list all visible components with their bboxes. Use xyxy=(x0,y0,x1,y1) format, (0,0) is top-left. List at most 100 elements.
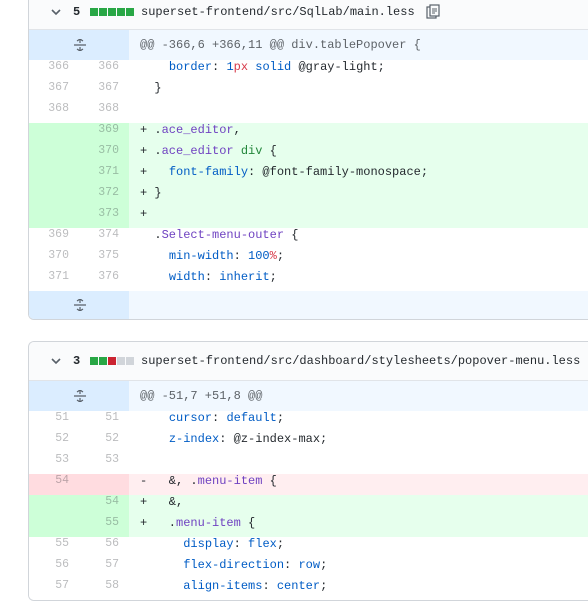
new-line-number[interactable]: 57 xyxy=(79,558,129,579)
hunk-footer xyxy=(29,291,588,319)
new-line-number[interactable]: 375 xyxy=(79,249,129,270)
code-line: z-index: @z-index-max; xyxy=(129,432,588,453)
code-token: ; xyxy=(320,558,328,572)
code-line xyxy=(129,102,588,123)
code-token: : xyxy=(233,537,249,551)
new-line-number[interactable]: 51 xyxy=(79,411,129,432)
code-token: ace_editor xyxy=(161,144,234,158)
code-token: px xyxy=(233,60,249,74)
diff-line-ctx: 367367 } xyxy=(29,81,588,102)
diff-sign xyxy=(140,102,154,116)
old-line-number[interactable] xyxy=(29,207,79,228)
diffstat-block xyxy=(99,8,107,16)
diff-sign: + xyxy=(140,165,155,179)
code-token: align-items xyxy=(183,579,263,593)
chevron-down-icon[interactable] xyxy=(49,5,63,19)
code-token: } xyxy=(154,81,162,95)
code-token: cursor xyxy=(168,411,213,425)
new-line-number[interactable]: 369 xyxy=(79,123,129,144)
diff-file: 3 superset-frontend/src/dashboard/styles… xyxy=(28,341,588,601)
file-path[interactable]: superset-frontend/src/SqlLab/main.less xyxy=(141,5,415,19)
unfold-icon xyxy=(74,299,86,311)
old-line-number[interactable]: 54 xyxy=(29,474,79,495)
new-line-number[interactable]: 367 xyxy=(79,81,129,102)
code-line: + } xyxy=(129,186,588,207)
code-token: % xyxy=(269,249,277,263)
file-path[interactable]: superset-frontend/src/dashboard/styleshe… xyxy=(141,354,580,368)
old-line-number[interactable]: 57 xyxy=(29,579,79,600)
code-token: default xyxy=(226,411,277,425)
code-line: + .menu-item { xyxy=(129,516,588,537)
code-token: : xyxy=(212,60,227,74)
hunk-footer-spacer xyxy=(129,291,588,319)
diffstat-blocks xyxy=(90,357,135,365)
old-line-number[interactable] xyxy=(29,186,79,207)
expand-up-button[interactable] xyxy=(29,30,129,60)
old-line-number[interactable] xyxy=(29,516,79,537)
new-line-number[interactable]: 371 xyxy=(79,165,129,186)
code-token: : xyxy=(262,579,277,593)
new-line-number[interactable]: 366 xyxy=(79,60,129,81)
diff-sign: + xyxy=(140,495,155,509)
new-line-number[interactable]: 52 xyxy=(79,432,129,453)
code-token: . xyxy=(154,144,162,158)
old-line-number[interactable] xyxy=(29,165,79,186)
hunk-range: @@ -366,6 +366,11 @@ div.tablePopover { xyxy=(140,38,421,52)
code-line: } xyxy=(129,81,588,102)
old-line-number[interactable]: 55 xyxy=(29,537,79,558)
file-header: 3 superset-frontend/src/dashboard/styles… xyxy=(29,342,588,381)
diff-line-add: 369 + .ace_editor, xyxy=(29,123,588,144)
code-token: : xyxy=(212,411,227,425)
code-token: { xyxy=(240,516,256,530)
old-line-number[interactable]: 56 xyxy=(29,558,79,579)
code-token: ; xyxy=(269,270,277,284)
old-line-number[interactable] xyxy=(29,144,79,165)
diffstat-blocks xyxy=(90,8,135,16)
new-line-number[interactable]: 372 xyxy=(79,186,129,207)
old-line-number[interactable] xyxy=(29,123,79,144)
new-line-number[interactable]: 54 xyxy=(79,495,129,516)
new-line-number[interactable] xyxy=(79,474,129,495)
old-line-number[interactable]: 370 xyxy=(29,249,79,270)
new-line-number[interactable]: 374 xyxy=(79,228,129,249)
new-line-number[interactable]: 58 xyxy=(79,579,129,600)
expand-down-button[interactable] xyxy=(29,291,129,319)
diff-line-ctx: 369 374 .Select-menu-outer { xyxy=(29,228,588,249)
code-token: : xyxy=(233,249,249,263)
code-token: { xyxy=(262,474,277,488)
diff-sign xyxy=(140,270,154,284)
old-line-number[interactable]: 369 xyxy=(29,228,79,249)
code-token: row xyxy=(298,558,321,572)
code-token: . xyxy=(154,123,162,137)
diff-line-add: 372 + } xyxy=(29,186,588,207)
diff-sign: + xyxy=(140,207,155,221)
diff-sign xyxy=(140,228,154,242)
copy-icon[interactable] xyxy=(426,4,440,20)
code-token: div xyxy=(240,144,263,158)
chevron-down-icon[interactable] xyxy=(49,354,63,368)
hunk-header: @@ -51,7 +51,8 @@ xyxy=(29,381,588,411)
new-line-number[interactable]: 368 xyxy=(79,102,129,123)
diff-line-ctx: 5252 z-index: @z-index-max; xyxy=(29,432,588,453)
new-line-number[interactable]: 55 xyxy=(79,516,129,537)
diff-sign: + xyxy=(140,144,155,158)
code-token: display xyxy=(183,537,234,551)
diff-line-ctx: 57 58 align-items: center; xyxy=(29,579,588,600)
new-line-number[interactable]: 376 xyxy=(79,270,129,291)
new-line-number[interactable]: 373 xyxy=(79,207,129,228)
code-line: + font-family: @font-family-monospace; xyxy=(129,165,588,186)
new-line-number[interactable]: 53 xyxy=(79,453,129,474)
expand-up-button[interactable] xyxy=(29,381,129,411)
hunk-header: @@ -366,6 +366,11 @@ div.tablePopover { xyxy=(29,30,588,60)
new-line-number[interactable]: 56 xyxy=(79,537,129,558)
unfold-icon xyxy=(74,390,86,402)
diff-line-ctx: 371 376 width: inherit; xyxy=(29,270,588,291)
new-line-number[interactable]: 370 xyxy=(79,144,129,165)
old-line-number[interactable]: 371 xyxy=(29,270,79,291)
code-token: ; xyxy=(276,411,285,425)
old-line-number[interactable] xyxy=(29,495,79,516)
diff-line-del: 54 - &, .menu-item { xyxy=(29,474,588,495)
